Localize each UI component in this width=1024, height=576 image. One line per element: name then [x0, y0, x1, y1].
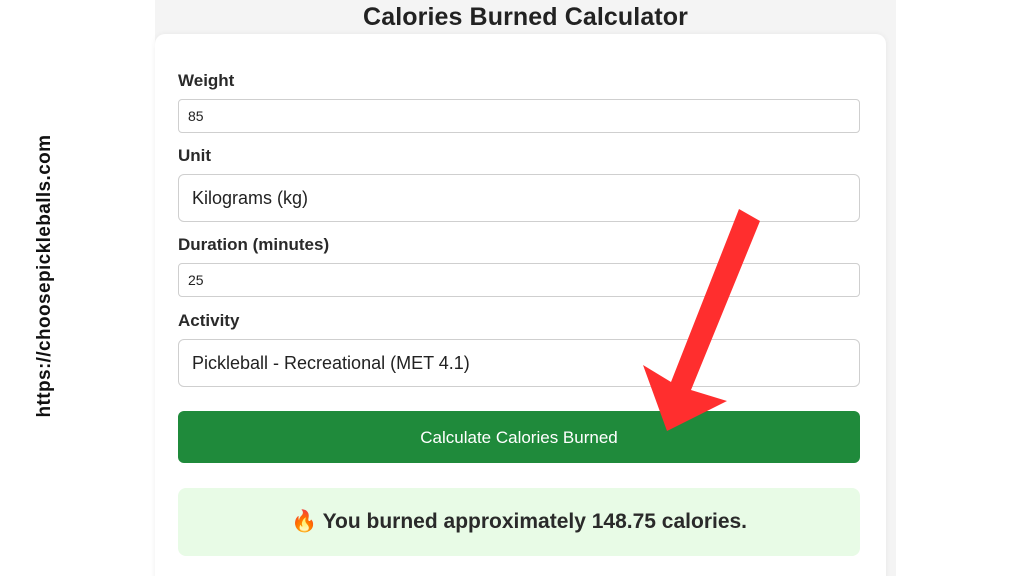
unit-select-value: Kilograms (kg): [192, 188, 309, 208]
calculate-button[interactable]: Calculate Calories Burned: [178, 411, 860, 463]
screenshot-stage: Calories Burned Calculator Weight Unit K…: [0, 0, 1024, 576]
activity-label: Activity: [178, 311, 240, 330]
weight-label: Weight: [178, 71, 235, 90]
activity-select[interactable]: Pickleball - Recreational (MET 4.1): [178, 339, 860, 387]
result-box: 🔥 You burned approximately 148.75 calori…: [178, 488, 860, 556]
duration-label: Duration (minutes): [178, 235, 330, 254]
duration-input[interactable]: [178, 263, 860, 297]
side-url-text: https://choosepickleballs.com: [34, 134, 55, 418]
weight-input[interactable]: [178, 99, 860, 133]
fire-icon: 🔥: [290, 510, 318, 533]
activity-select-value: Pickleball - Recreational (MET 4.1): [192, 353, 470, 373]
result-text: You burned approximately 148.75 calories…: [322, 510, 748, 533]
page-title: Calories Burned Calculator: [363, 3, 688, 31]
unit-label: Unit: [178, 146, 212, 165]
unit-select[interactable]: Kilograms (kg): [178, 174, 860, 222]
